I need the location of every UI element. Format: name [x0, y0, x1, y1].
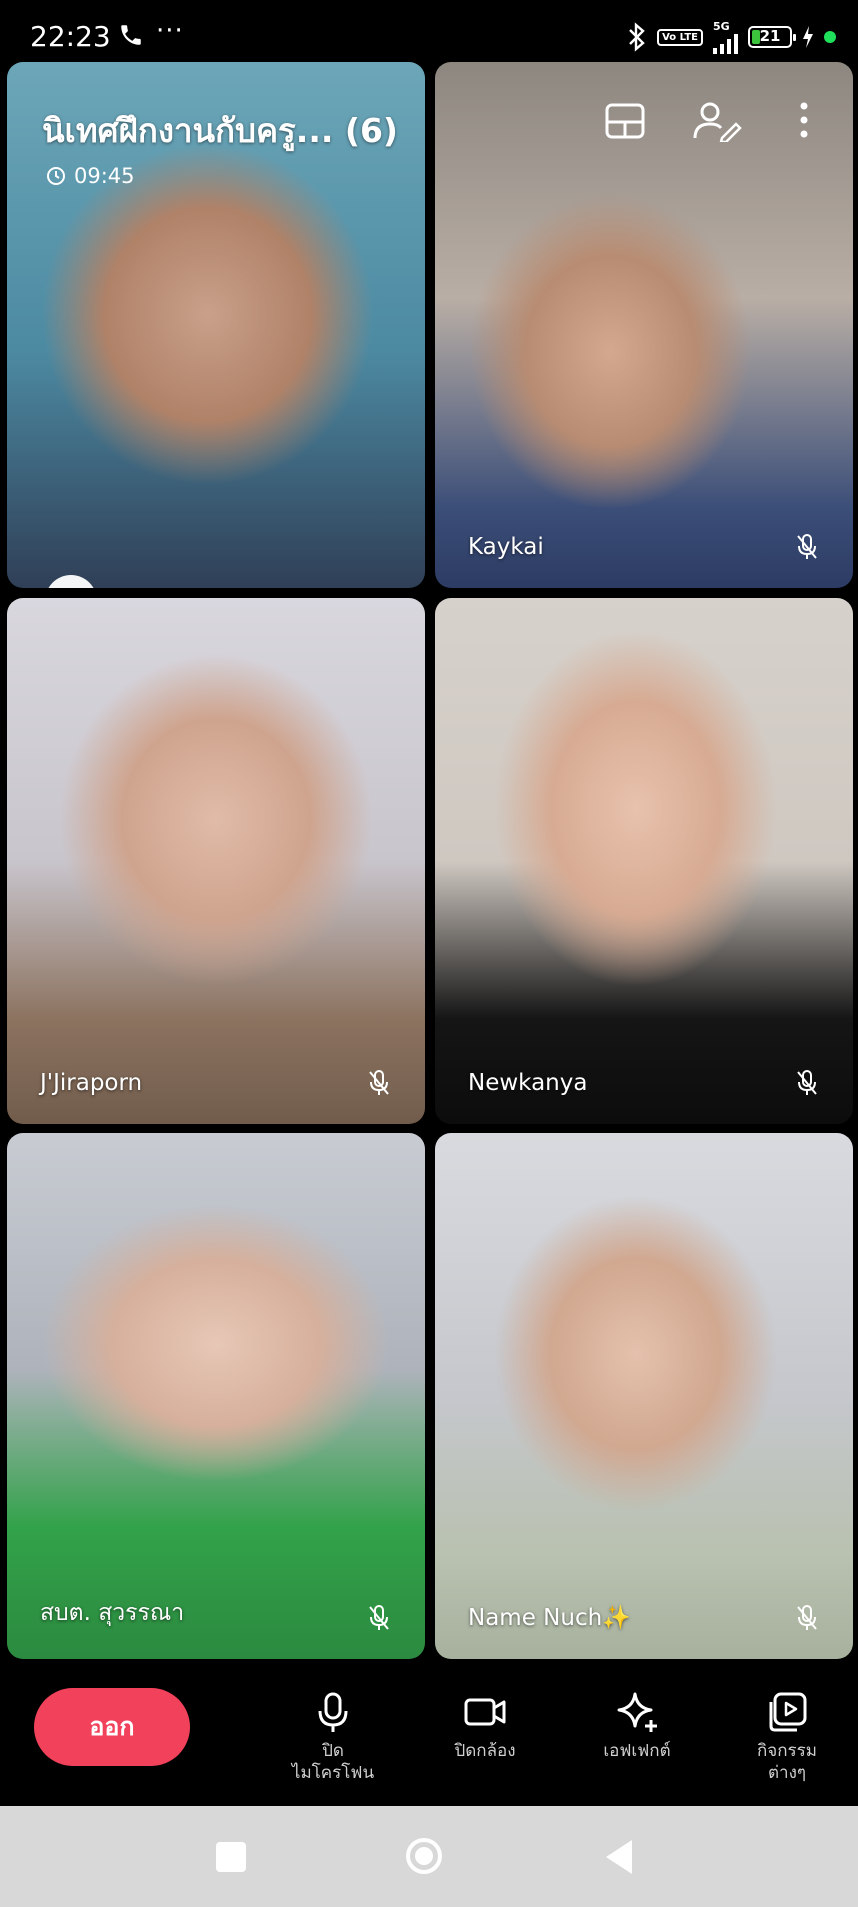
smile-icon	[45, 575, 97, 588]
call-timer-text: 09:45	[74, 164, 135, 188]
status-time: 22:23	[30, 20, 111, 53]
activities-label-line2: ต่างๆ	[767, 1763, 807, 1783]
camera-label: ปิดกล้อง	[454, 1741, 516, 1761]
battery-icon: 21	[748, 26, 796, 48]
mic-off-icon	[797, 1070, 817, 1095]
microphone-label-line2: ไมโครโฟน	[291, 1763, 375, 1783]
signal-icon: 5G	[713, 21, 738, 54]
activities-label-line1: กิจกรรม	[756, 1741, 817, 1761]
status-bar: 22:23 ··· Vo LTE 5G 21	[0, 0, 858, 62]
call-controls-bar: ออก ปิด ไมโครโฟน ปิดกล้อง เอฟเฟกต์ กิจกร…	[0, 1668, 858, 1806]
activities-button[interactable]: กิจกรรม ต่างๆ	[722, 1690, 852, 1784]
system-navigation-bar	[0, 1806, 858, 1907]
mic-off-icon	[369, 1605, 389, 1630]
phone-icon	[121, 25, 141, 45]
effects-button[interactable]: เอฟเฟกต์	[572, 1690, 702, 1762]
video-tile-participant[interactable]: Newkanya	[435, 598, 853, 1124]
mic-off-icon	[797, 534, 817, 559]
manage-participants-icon[interactable]	[692, 100, 742, 142]
leave-call-button[interactable]: ออก	[34, 1688, 190, 1766]
participant-name: Name Nuch✨	[468, 1605, 631, 1631]
recent-apps-button[interactable]	[216, 1842, 246, 1872]
video-tile-participant[interactable]: สบต. สุวรรณา	[7, 1133, 425, 1659]
effects-label: เอฟเฟกต์	[603, 1741, 671, 1761]
layout-icon[interactable]	[604, 100, 646, 142]
microphone-icon	[318, 1692, 348, 1732]
mic-off-icon	[369, 1070, 389, 1095]
mic-off-icon	[797, 1605, 817, 1630]
microphone-label-line1: ปิด	[322, 1741, 344, 1761]
participant-name: Kaykai	[468, 534, 544, 560]
battery-level: 21	[759, 27, 781, 45]
sparkle-icon	[617, 1692, 657, 1732]
status-right-group: Vo LTE 5G 21	[627, 20, 836, 54]
toggle-camera-button[interactable]: ปิดกล้อง	[420, 1690, 550, 1762]
active-dot-icon	[824, 31, 836, 43]
video-camera-icon	[464, 1698, 506, 1726]
video-tile-participant[interactable]: Name Nuch✨	[435, 1133, 853, 1659]
call-title: นิเทศฝึกงานกับครู... (6)	[42, 111, 399, 150]
volte-badge: Vo LTE	[657, 28, 703, 46]
back-button[interactable]	[606, 1840, 632, 1874]
participant-name: สบต. สุวรรณา	[40, 1600, 185, 1626]
participant-name: Newkanya	[468, 1070, 588, 1096]
participant-name: J'Jiraporn	[40, 1070, 143, 1096]
charging-icon	[803, 26, 813, 48]
bluetooth-icon	[629, 22, 645, 52]
toggle-microphone-button[interactable]: ปิด ไมโครโฟน	[268, 1690, 398, 1784]
more-options-icon[interactable]	[794, 100, 814, 142]
more-notifications-icon: ···	[156, 16, 184, 46]
network-type: 5G	[713, 19, 730, 33]
home-button[interactable]	[406, 1838, 442, 1874]
call-timer: 09:45	[46, 164, 135, 188]
activities-icon	[769, 1692, 807, 1732]
clock-icon	[47, 167, 65, 185]
reaction-button[interactable]	[45, 575, 97, 588]
video-tile-participant[interactable]: J'Jiraporn	[7, 598, 425, 1124]
